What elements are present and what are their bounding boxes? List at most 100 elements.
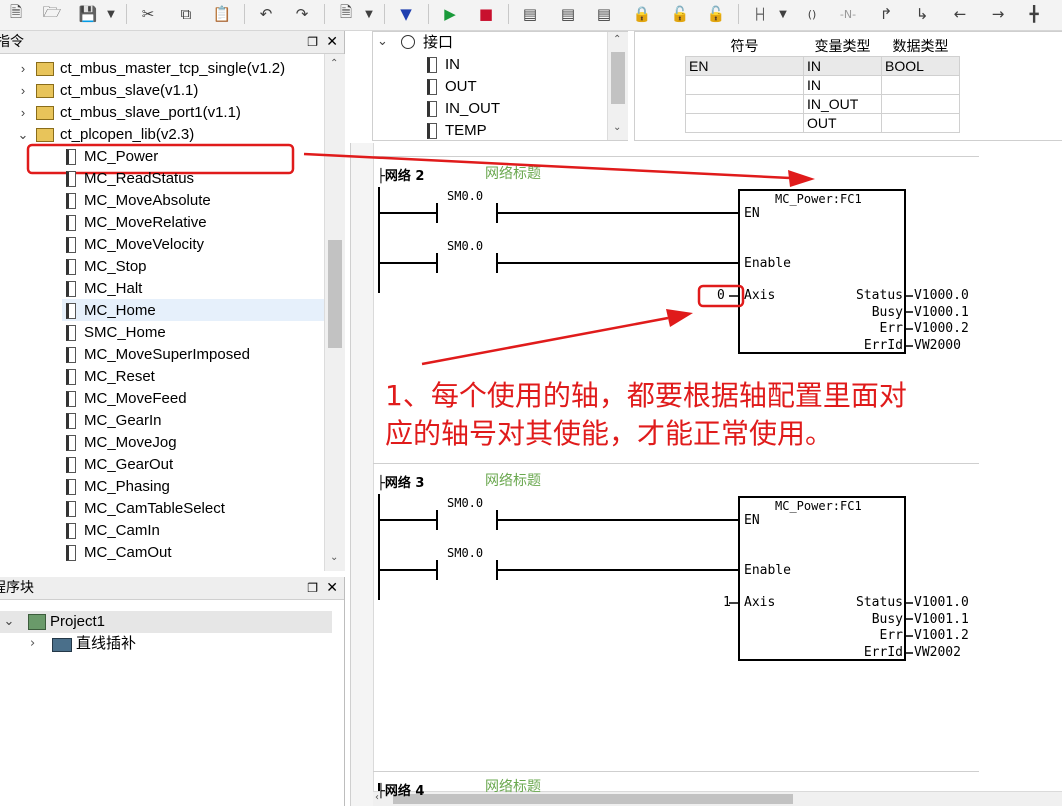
instruction-item[interactable]: MC_CamIn xyxy=(66,520,160,542)
instruction-item[interactable]: MC_MoveJog xyxy=(66,432,177,454)
network-2-label[interactable]: ├网络 2 xyxy=(377,165,424,184)
table-cell[interactable]: EN xyxy=(685,56,804,76)
network-3-label[interactable]: ├网络 3 xyxy=(377,472,424,491)
axis-value[interactable]: 1 xyxy=(723,595,731,610)
dropdown-icon[interactable]: ▼ xyxy=(776,3,790,25)
close-icon[interactable]: ✕ xyxy=(326,577,338,599)
chevron-right-icon[interactable]: › xyxy=(30,633,35,655)
negate-contact-icon[interactable]: -N- xyxy=(836,3,860,25)
chevron-right-icon[interactable]: › xyxy=(16,58,30,80)
lock-blue-icon[interactable]: 🔓 xyxy=(704,3,728,25)
output-address[interactable]: V1000.1 xyxy=(914,305,969,320)
instruction-item[interactable]: MC_Phasing xyxy=(66,476,170,498)
instruction-item[interactable]: MC_Halt xyxy=(66,278,142,300)
instruction-item[interactable]: MC_CamOut xyxy=(66,542,172,564)
insert-row-icon[interactable]: ▤ xyxy=(592,3,616,25)
axis-value[interactable]: 0 xyxy=(717,288,725,303)
line-up-icon[interactable]: ↱ xyxy=(874,3,898,25)
project-root-row[interactable]: ⌄ Project1 xyxy=(0,611,332,633)
instruction-item[interactable]: MC_MoveAbsolute xyxy=(66,190,211,212)
table-cell[interactable]: OUT xyxy=(803,113,882,133)
undo-icon[interactable]: ↶ xyxy=(254,3,278,25)
interface-item[interactable]: TEMP xyxy=(427,120,487,142)
instruction-item[interactable]: MC_ReadStatus xyxy=(66,168,194,190)
table-cell[interactable]: BOOL xyxy=(881,56,960,76)
interface-item[interactable]: IN_OUT xyxy=(427,98,500,120)
output-address[interactable]: V1001.2 xyxy=(914,628,969,643)
table-cell[interactable]: IN xyxy=(803,56,882,76)
lock-icon[interactable]: 🔒 xyxy=(630,3,654,25)
save-icon[interactable]: 💾 xyxy=(76,3,100,25)
interface-scrollbar[interactable]: ⌃ ⌄ xyxy=(607,32,628,140)
scroll-down-icon[interactable]: ⌄ xyxy=(613,122,621,133)
table-row[interactable]: EN IN BOOL xyxy=(685,56,960,76)
library-item[interactable]: › ct_mbus_master_tcp_single(v1.2) xyxy=(16,58,285,80)
output-address[interactable]: V1000.0 xyxy=(914,288,969,303)
vertical-scrollbar[interactable]: ⌃ ⌄ xyxy=(324,54,345,571)
redo-icon[interactable]: ↷ xyxy=(290,3,314,25)
table-cell[interactable] xyxy=(685,75,804,95)
instruction-item[interactable]: MC_MoveVelocity xyxy=(66,234,204,256)
line-left-icon[interactable]: ← xyxy=(948,3,972,25)
scroll-up-icon[interactable]: ⌃ xyxy=(613,34,621,45)
insert-coil-icon[interactable]: () xyxy=(800,3,824,25)
compile-icon[interactable]: 🗎 xyxy=(334,3,358,25)
line-right-icon[interactable]: → xyxy=(986,3,1010,25)
library-item[interactable]: ⌄ ct_plcopen_lib(v2.3) xyxy=(16,124,195,146)
table-row[interactable]: IN_OUT xyxy=(685,94,960,114)
chevron-down-icon[interactable]: ⌄ xyxy=(16,124,30,146)
download-icon[interactable]: ▼ xyxy=(394,3,418,25)
copy-icon[interactable]: ⧉ xyxy=(174,3,198,25)
chevron-right-icon[interactable]: › xyxy=(16,80,30,102)
library-item[interactable]: › ct_mbus_slave_port1(v1.1) xyxy=(16,102,241,124)
output-address[interactable]: V1000.2 xyxy=(914,321,969,336)
delete-network-icon[interactable]: ▤ xyxy=(556,3,580,25)
parallel-icon[interactable]: ╋ xyxy=(1022,3,1046,25)
instruction-item[interactable]: MC_MoveFeed xyxy=(66,388,187,410)
chevron-down-icon[interactable]: ⌄ xyxy=(2,611,16,633)
paste-icon[interactable]: 📋 xyxy=(210,3,234,25)
insert-network-icon[interactable]: ▤ xyxy=(518,3,542,25)
interface-item[interactable]: OUT xyxy=(427,76,477,98)
instruction-item[interactable]: MC_Stop xyxy=(66,256,147,278)
table-cell[interactable] xyxy=(881,113,960,133)
instruction-item[interactable]: MC_GearOut xyxy=(66,454,173,476)
table-cell[interactable]: IN xyxy=(803,75,882,95)
run-icon[interactable]: ▶ xyxy=(438,3,462,25)
instruction-item[interactable]: MC_GearIn xyxy=(66,410,162,432)
library-item[interactable]: › ct_mbus_slave(v1.1) xyxy=(16,80,199,102)
table-cell[interactable] xyxy=(881,94,960,114)
table-row[interactable]: OUT xyxy=(685,113,960,133)
scrollbar-thumb[interactable] xyxy=(328,240,342,348)
table-cell[interactable]: IN_OUT xyxy=(803,94,882,114)
table-row[interactable]: IN xyxy=(685,75,960,95)
scrollbar-thumb[interactable] xyxy=(611,52,625,104)
network-4-label[interactable]: ├网络 4 xyxy=(377,780,424,799)
network-2-subtitle[interactable]: 网络标题 xyxy=(485,163,541,183)
close-icon[interactable]: ✕ xyxy=(326,31,338,53)
unlock-icon[interactable]: 🔓 xyxy=(668,3,692,25)
new-file-icon[interactable]: 🗎 xyxy=(4,3,28,25)
table-cell[interactable] xyxy=(685,94,804,114)
network-3-subtitle[interactable]: 网络标题 xyxy=(485,470,541,490)
stop-icon[interactable]: ■ xyxy=(474,3,498,25)
program-child-row[interactable]: › 直线插补 xyxy=(0,633,332,655)
scroll-down-icon[interactable]: ⌄ xyxy=(330,552,338,563)
instruction-item[interactable]: MC_Power xyxy=(66,146,158,168)
instruction-item[interactable]: MC_CamTableSelect xyxy=(66,498,225,520)
instruction-item[interactable]: MC_MoveSuperImposed xyxy=(66,344,250,366)
dropdown-icon[interactable]: ▼ xyxy=(362,3,376,25)
output-address[interactable]: VW2000 xyxy=(914,338,961,353)
table-cell[interactable] xyxy=(881,75,960,95)
restore-icon[interactable]: ❐ xyxy=(307,31,318,53)
table-cell[interactable] xyxy=(685,113,804,133)
interface-item[interactable]: IN xyxy=(427,54,460,76)
open-folder-icon[interactable]: 🗁 xyxy=(40,3,64,25)
insert-contact-icon[interactable]: ├┤ xyxy=(748,3,772,25)
scroll-up-icon[interactable]: ⌃ xyxy=(330,58,338,69)
line-down-icon[interactable]: ↳ xyxy=(910,3,934,25)
chevron-right-icon[interactable]: › xyxy=(16,102,30,124)
chevron-down-icon[interactable]: ⌄ xyxy=(377,34,388,49)
restore-icon[interactable]: ❐ xyxy=(307,577,318,599)
instruction-item[interactable]: MC_Home xyxy=(66,300,156,322)
